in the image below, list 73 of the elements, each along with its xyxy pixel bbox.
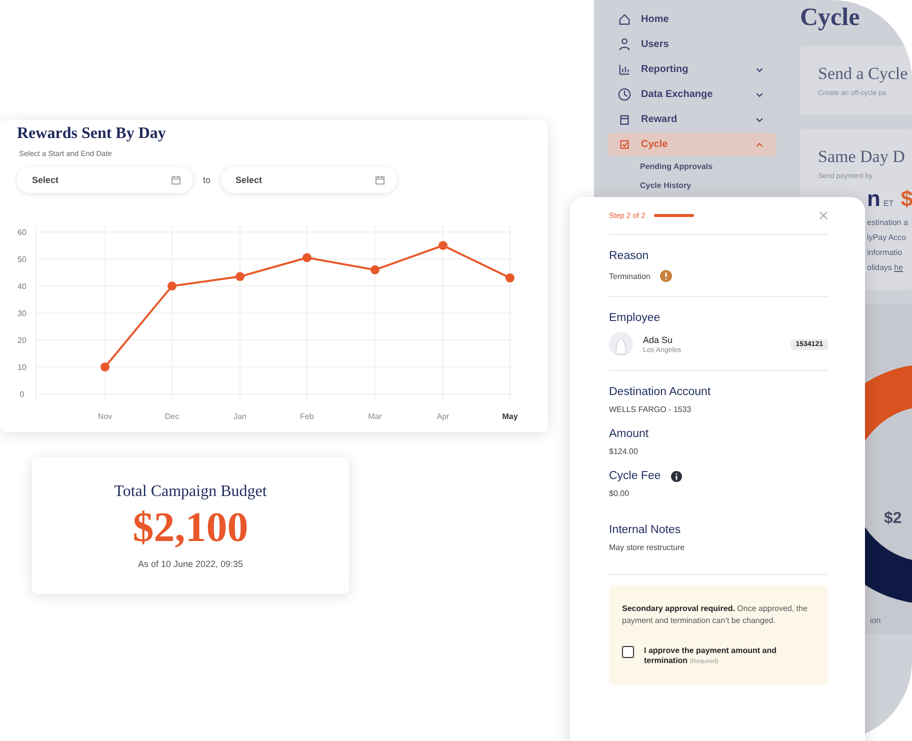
calendar-icon	[171, 175, 181, 185]
y-tick-label: 20	[18, 336, 26, 345]
time-text: n	[867, 186, 880, 212]
avatar-icon	[609, 332, 633, 356]
budget-date: As of 10 June 2022, 09:35	[138, 559, 244, 569]
section-label: Cycle Fee	[609, 470, 661, 482]
page-title: Cycle	[800, 4, 861, 32]
data-point	[302, 253, 312, 262]
sidebar-item[interactable]: Data Exchange	[608, 83, 776, 106]
field-value: $0.00	[609, 489, 630, 498]
y-tick-label: 40	[18, 282, 26, 291]
info-icon[interactable]	[670, 470, 682, 482]
data-point	[168, 282, 176, 290]
field-value: WELLS FARGO - 1533	[609, 405, 692, 414]
section-label: Destination Account	[609, 386, 711, 398]
y-tick-label: 10	[18, 363, 26, 372]
y-tick-label: 60	[18, 228, 26, 237]
section-label: Employee	[609, 312, 662, 324]
end-date-field[interactable]: Select	[220, 167, 397, 193]
approve-checkbox[interactable]	[622, 646, 634, 658]
card-text: estination a	[867, 218, 909, 227]
data-point	[370, 265, 380, 274]
chart-title: Rewards Sent By Day	[17, 125, 167, 143]
x-tick-label: Jan	[234, 412, 246, 421]
nav-icon	[618, 88, 631, 101]
field-value: May store restructure	[609, 543, 686, 552]
close-icon[interactable]	[819, 211, 828, 220]
data-point	[236, 272, 244, 282]
y-tick-label: 50	[18, 255, 26, 264]
data-point	[506, 273, 514, 282]
x-tick-label: Nov	[98, 412, 112, 421]
x-tick-label: Dec	[164, 412, 180, 421]
nav-icon	[618, 63, 631, 76]
field-value: Termination	[609, 272, 650, 280]
legend-text: ion	[870, 616, 881, 625]
donut-center-text: $2	[884, 510, 902, 528]
sidebar-item[interactable]: Home	[608, 8, 776, 31]
sidebar-item[interactable]: Reward	[608, 108, 776, 131]
sidebar-item[interactable]: Users	[608, 33, 776, 56]
budget-title: Total Campaign Budget	[114, 483, 267, 501]
employee-name: Ada Su	[643, 334, 674, 344]
sidebar-subitem[interactable]: Pending Approvals	[608, 158, 776, 175]
separator-text: to	[203, 175, 211, 185]
card-title: Send a Cycle	[818, 64, 909, 84]
budget-amount: $2,100	[132, 507, 248, 549]
y-tick-label: 30	[18, 309, 26, 318]
section-label: Amount	[609, 428, 649, 440]
section-label: Internal Notes	[609, 524, 681, 536]
data-point	[438, 241, 448, 250]
sidebar-subitem[interactable]: Cycle History	[608, 177, 776, 194]
section-label: Reason	[609, 250, 650, 262]
sidebar-item[interactable]: Reporting	[608, 58, 776, 81]
notice-text: Secondary approval required. Once approved, the payment and termination can’t be changed.	[622, 603, 808, 628]
card-text: olidays he	[867, 263, 904, 272]
x-tick-label: Mar	[368, 412, 382, 421]
y-tick-label: 0	[20, 390, 24, 399]
nav-icon	[618, 138, 631, 151]
nav-icon	[618, 113, 631, 126]
start-date-field[interactable]: Select	[17, 167, 193, 193]
field-value: $124.00	[609, 447, 639, 456]
warning-icon	[660, 270, 672, 282]
data-point	[100, 362, 110, 372]
nav-icon	[618, 13, 631, 26]
card-text: lyPay Acco	[867, 233, 908, 242]
link[interactable]: he	[894, 263, 904, 272]
zone-text: ET	[883, 199, 894, 208]
x-tick-label: Feb	[300, 412, 314, 421]
calendar-icon	[374, 175, 385, 185]
x-tick-label: May	[502, 412, 518, 421]
card-title: Same Day D	[818, 147, 906, 167]
x-tick-label: Apr	[436, 412, 450, 421]
card-text: informatio	[867, 248, 904, 257]
nav-icon	[618, 38, 631, 51]
